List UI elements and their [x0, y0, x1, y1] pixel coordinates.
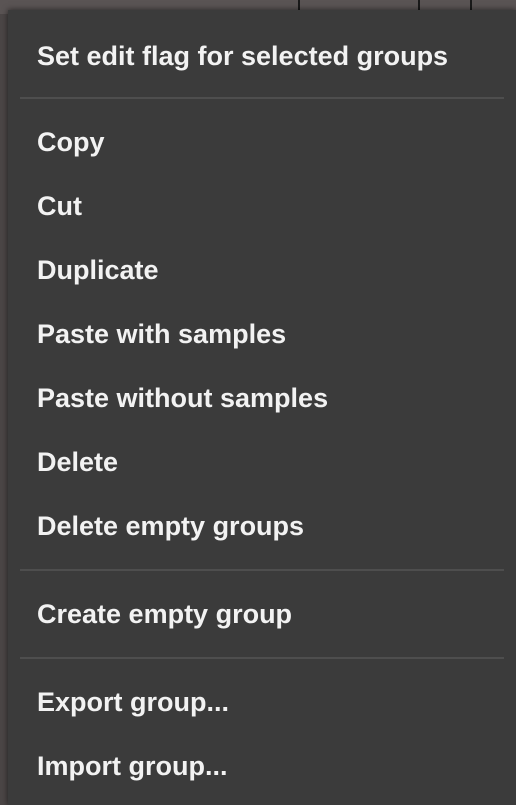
menu-item-export-group[interactable]: Export group... [8, 670, 516, 734]
menu-item-paste-without-samples[interactable]: Paste without samples [8, 366, 516, 430]
menu-separator [20, 657, 504, 659]
background-left-edge [0, 14, 8, 805]
menu-separator [20, 569, 504, 571]
menu-item-paste-with-samples[interactable]: Paste with samples [8, 302, 516, 366]
context-menu: Set edit flag for selected groups Copy C… [8, 10, 516, 805]
menu-item-cut[interactable]: Cut [8, 174, 516, 238]
menu-item-import-group[interactable]: Import group... [8, 734, 516, 798]
menu-item-set-edit-flag[interactable]: Set edit flag for selected groups [8, 30, 516, 86]
menu-item-duplicate[interactable]: Duplicate [8, 238, 516, 302]
menu-item-delete[interactable]: Delete [8, 430, 516, 494]
menu-item-copy[interactable]: Copy [8, 110, 516, 174]
menu-separator [20, 97, 504, 99]
menu-item-delete-empty-groups[interactable]: Delete empty groups [8, 494, 516, 558]
menu-item-create-empty-group[interactable]: Create empty group [8, 582, 516, 646]
